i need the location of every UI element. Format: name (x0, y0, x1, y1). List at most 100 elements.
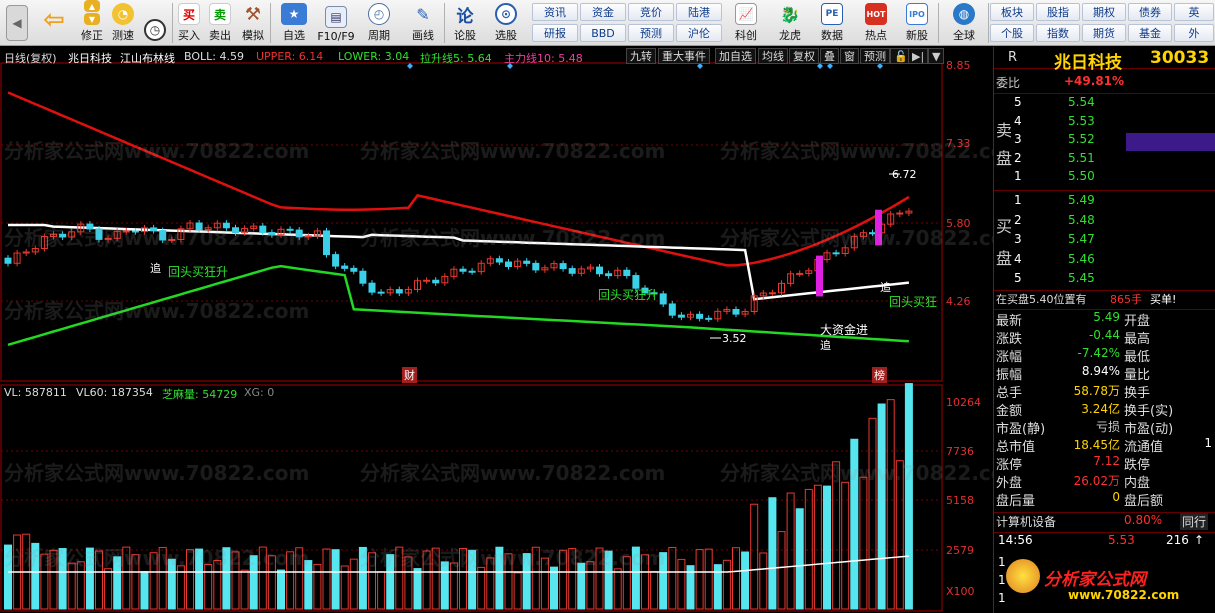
ipo-icon: IPO (906, 3, 928, 25)
finance-marker[interactable]: 财 (402, 367, 417, 383)
simulate-button[interactable]: ⚒ 模拟 (238, 0, 268, 46)
volume-bar (395, 546, 404, 610)
f10-button[interactable]: ▤ F10/F9 (316, 0, 356, 46)
candle-body (332, 254, 340, 267)
ask-row[interactable]: 1 5.50 (994, 169, 1215, 187)
ask-row[interactable]: 4 5.53 (994, 114, 1215, 132)
forecast-button[interactable]: 预测 (628, 24, 674, 42)
bid-row[interactable]: 5 5.45 (994, 271, 1215, 289)
auction-button[interactable]: 竞价 (628, 3, 674, 21)
index-futures-button[interactable]: 股指 (1036, 3, 1080, 21)
watchlist-button[interactable]: ★ 自选 (273, 0, 315, 46)
shanghai-london-button[interactable]: 沪伦 (676, 24, 722, 42)
stat-row: 涨跌 -0.44 最高 (994, 328, 1215, 347)
speed-gauge-button[interactable]: ◷ (140, 0, 170, 46)
nine-turn-button[interactable]: 九转 (626, 48, 656, 64)
billboard-marker[interactable]: 榜 (872, 367, 887, 383)
sector-row[interactable]: 计算机设备 0.80% 同行 (994, 513, 1215, 531)
fund-button[interactable]: 资金 (580, 3, 626, 21)
sell-button[interactable]: 卖 卖出 (206, 0, 234, 46)
candle-body (696, 313, 704, 319)
volume-bar (631, 546, 640, 610)
bid-row[interactable]: 1 5.49 (994, 193, 1215, 211)
logo-text: 分析家公式网 (1044, 570, 1146, 590)
toolbar-label: 模拟 (242, 29, 264, 42)
bid-row[interactable]: 2 5.48 (994, 213, 1215, 231)
options-button[interactable]: 期权 (1082, 3, 1126, 21)
magnifier-chart-icon: ⊙ (495, 3, 517, 25)
ask-row[interactable]: 5 5.54 (994, 95, 1215, 113)
stocks-button[interactable]: 个股 (990, 24, 1034, 42)
candle-body (259, 225, 267, 234)
dragon-tiger-button[interactable]: 🐉 龙虎 (772, 0, 808, 46)
uk-button[interactable]: 英 (1174, 3, 1214, 21)
pe-icon: PE (821, 3, 843, 25)
candle-body (95, 228, 103, 240)
indicator-name[interactable]: 江山布林线 (120, 50, 175, 66)
indices-button[interactable]: 指数 (1036, 24, 1080, 42)
stat-value: 亏损 (1095, 420, 1120, 434)
volume-bar (368, 552, 376, 610)
hot-button[interactable]: HOT 热点 (856, 0, 896, 46)
adjust-button[interactable]: 复权 (789, 48, 819, 64)
research-button[interactable]: 研报 (532, 24, 578, 42)
speed-test-button[interactable]: ◔ 测速 (108, 0, 138, 46)
peer-button[interactable]: 同行 (1180, 513, 1209, 530)
stat-value: 3.24亿 (1081, 402, 1120, 416)
bid-row[interactable]: 3 5.47 (994, 232, 1215, 250)
volume-bar (704, 548, 713, 610)
stat-row: 盘后量 0 盘后额 (994, 490, 1215, 509)
overlay-button[interactable]: 叠 (820, 48, 839, 64)
volume-bar (85, 547, 94, 610)
stat-row: 振幅 8.94% 量比 (994, 364, 1215, 383)
level-price: 5.46 (1068, 251, 1095, 266)
ask-row[interactable]: 2 5.51 (994, 151, 1215, 169)
global-button[interactable]: ◍ 全球 (942, 0, 986, 46)
bonds-button[interactable]: 债券 (1128, 3, 1172, 21)
draw-line-button[interactable]: ✎ 画线 (402, 0, 444, 46)
sector-button[interactable]: 板块 (990, 3, 1034, 21)
signal-label: 回头买狂 (889, 295, 938, 309)
bbd-button[interactable]: BBD (580, 24, 626, 42)
volume-bar (404, 556, 413, 610)
forecast-button[interactable]: 预测 (860, 48, 890, 64)
signal-label: 回头买狂升 (168, 265, 229, 279)
candle-body (523, 260, 531, 264)
play-icon[interactable]: ▶| (908, 48, 929, 64)
stock-name: 兆日科技 (1054, 53, 1122, 73)
period-label[interactable]: 日线(复权) (4, 50, 57, 66)
buy-button[interactable]: 买 买入 (175, 0, 203, 46)
level-number: 4 (1014, 113, 1022, 128)
back-arrow-big-button[interactable]: ⇦ (38, 0, 70, 46)
candle-body (150, 227, 158, 232)
period-button[interactable]: ◴ 周期 (358, 0, 400, 46)
volume-bar (559, 549, 568, 610)
toolbar-label: 修正 (81, 29, 103, 42)
star-market-button[interactable]: 📈 科创 (728, 0, 764, 46)
news-button[interactable]: 资讯 (532, 3, 578, 21)
volume-bar (195, 548, 204, 610)
ipo-button[interactable]: IPO 新股 (900, 0, 934, 46)
stock-picker-button[interactable]: ⊙ 选股 (486, 0, 526, 46)
back-arrow-icon: ◀ (6, 5, 28, 41)
volume-bar (377, 571, 386, 610)
futures-button[interactable]: 期货 (1082, 24, 1126, 42)
fix-button[interactable]: ▲ ▼ 修正 (78, 0, 106, 46)
dropdown-icon[interactable]: ▼ (928, 48, 945, 64)
volume-bar (349, 558, 358, 610)
bid-row[interactable]: 4 5.46 (994, 252, 1215, 270)
volume-bar (304, 560, 313, 610)
back-button[interactable]: ◀ (2, 0, 32, 46)
add-watchlist-button[interactable]: 加自选 (715, 48, 756, 64)
window-button[interactable]: 窗 (840, 48, 859, 64)
funds-button[interactable]: 基金 (1128, 24, 1172, 42)
stat-label: 涨停 (996, 458, 1023, 473)
kline-chart[interactable]: 日线(复权) 兆日科技 江山布林线 BOLL: 4.59 UPPER: 6.14… (0, 47, 1025, 613)
ma-button[interactable]: 均线 (758, 48, 788, 64)
forex-button[interactable]: 外 (1174, 24, 1214, 42)
data-button[interactable]: PE 数据 (814, 0, 850, 46)
hk-connect-button[interactable]: 陆港 (676, 3, 722, 21)
discuss-button[interactable]: 论 论股 (447, 0, 483, 46)
toolbar-label: 论股 (454, 29, 476, 42)
major-events-button[interactable]: 重大事件 (658, 48, 710, 64)
